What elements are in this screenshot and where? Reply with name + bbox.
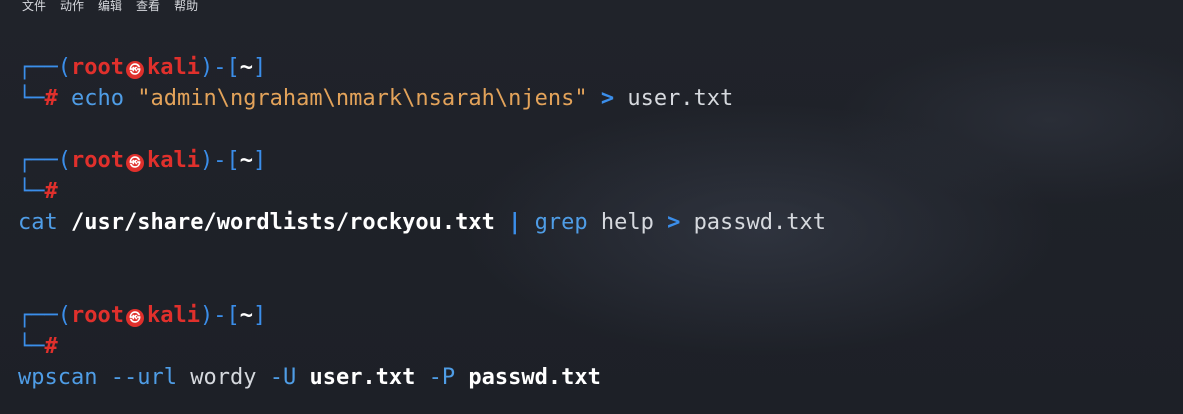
opt-url: --url [110,365,177,390]
kali-skull-icon: ㉿ [125,61,144,79]
prompt-line-1: ┌──(root ㉿ kali)-[~] [18,55,267,80]
echo-string: "admin\ngraham\nmark\nsarah\njens" [137,86,588,111]
cmd-grep: grep [534,210,588,235]
prompt-host: kali [146,148,200,173]
command-line-3: wpscan --url wordy -U user.txt -P passwd… [18,363,601,393]
opt-users: -U [269,365,297,390]
echo-target-file: user.txt [627,86,734,111]
opt-passwords: -P [428,365,456,390]
prompt-dir: ~ [239,303,253,328]
prompt-line-2: ┌──(root ㉿ kali)-[~] [18,148,267,173]
cmd-cat: cat [18,210,58,235]
prompt-user: root [70,303,124,328]
prompt-host: kali [146,303,200,328]
prompt-dir: ~ [239,55,253,80]
root-hash: # [44,86,58,111]
kali-skull-icon: ㉿ [125,154,144,172]
cat-path: /usr/share/wordlists/rockyou.txt [71,210,495,235]
cat-target-file: passwd.txt [693,210,827,235]
prompt-user: root [70,55,124,80]
users-file: user.txt [309,365,416,390]
prompt-user: root [70,148,124,173]
grep-arg: help [600,210,654,235]
kali-skull-icon: ㉿ [125,309,144,327]
passwords-file: passwd.txt [468,365,601,390]
cmd-echo: echo [71,86,124,111]
command-line-2: cat /usr/share/wordlists/rockyou.txt | g… [18,210,827,235]
prompt-bottom-3: └─# [18,334,58,359]
prompt-line-3: ┌──(root ㉿ kali)-[~] [18,303,267,328]
root-hash: # [44,334,58,359]
url-value: wordy [190,365,257,390]
cmd-wpscan: wpscan [18,365,98,390]
prompt-bottom-2: └─# [18,179,58,204]
terminal-output[interactable]: ┌──(root ㉿ kali)-[~] └─# echo "admin\ngrah… [0,0,1183,414]
prompt-host: kali [146,55,200,80]
command-line-1: └─# echo "admin\ngraham\nmark\nsarah\nje… [18,86,734,111]
prompt-dir: ~ [239,148,253,173]
root-hash: # [44,179,58,204]
